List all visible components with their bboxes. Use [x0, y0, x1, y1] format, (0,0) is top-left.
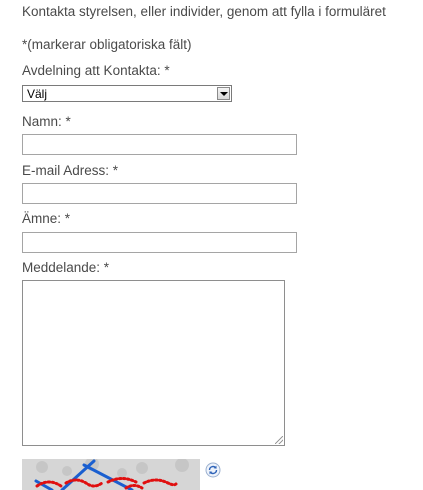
name-input[interactable] [22, 134, 297, 155]
captcha-graphic [22, 459, 200, 490]
required-note: *(markerar obligatoriska fält) [22, 37, 192, 52]
department-label: Avdelning att Kontakta: * [22, 63, 170, 78]
email-label: E-mail Adress: * [22, 163, 119, 178]
chevron-down-icon[interactable] [217, 87, 230, 100]
name-label: Namn: * [22, 114, 71, 129]
subject-label: Ämne: * [22, 211, 71, 226]
refresh-icon[interactable] [205, 462, 221, 478]
resize-grip-icon[interactable] [275, 436, 283, 444]
department-select[interactable]: Välj [22, 85, 232, 102]
message-label: Meddelande: * [22, 260, 110, 275]
message-textarea[interactable] [22, 280, 285, 446]
captcha-image [22, 459, 200, 490]
email-input[interactable] [22, 183, 297, 204]
subject-input[interactable] [22, 232, 297, 253]
department-selected-value: Välj [27, 87, 48, 101]
contact-form-page: Kontakta styrelsen, eller individer, gen… [0, 0, 423, 490]
intro-text: Kontakta styrelsen, eller individer, gen… [22, 4, 386, 19]
